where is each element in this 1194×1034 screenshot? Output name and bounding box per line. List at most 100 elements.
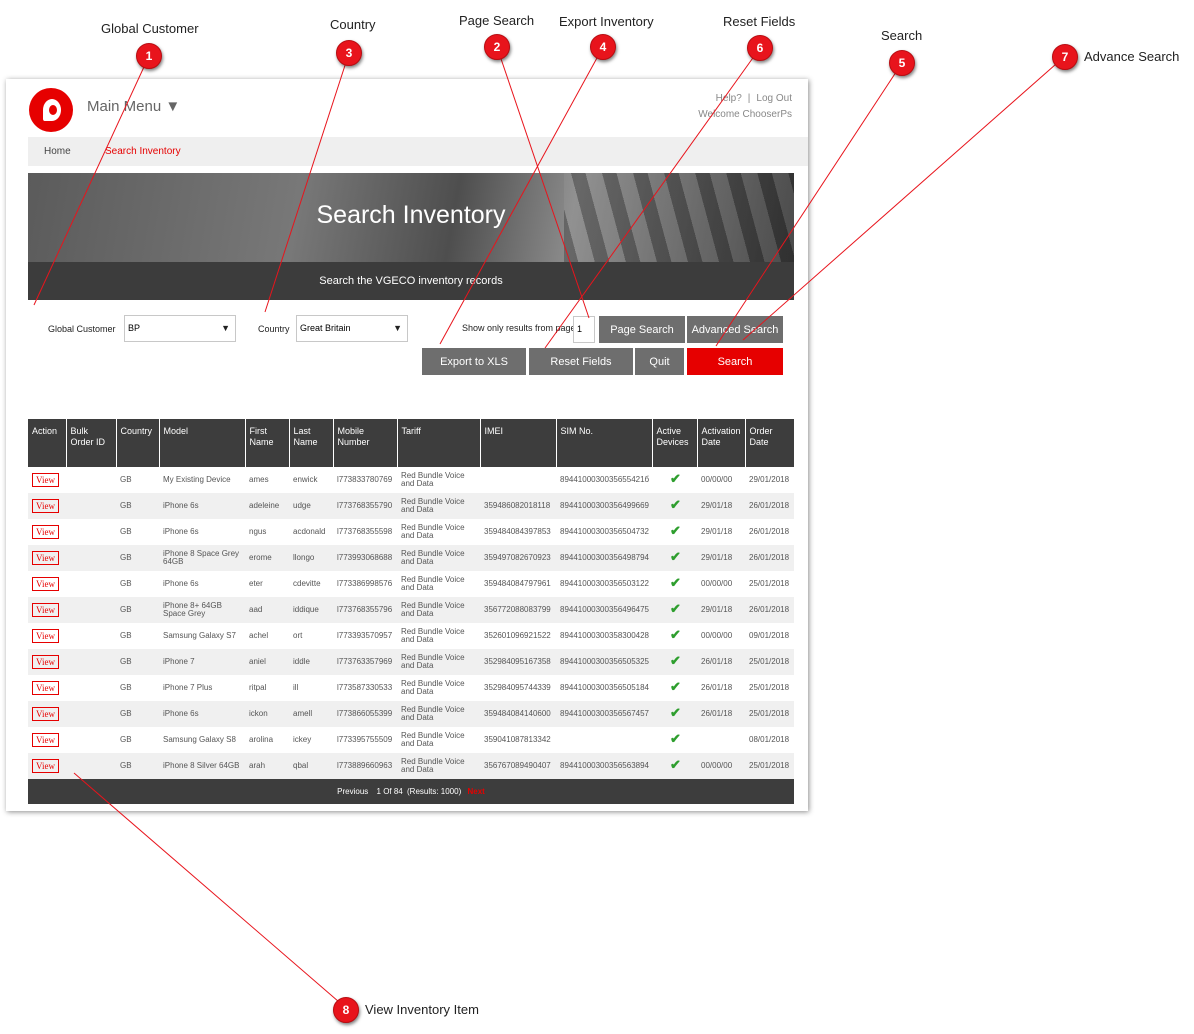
cell-tariff: Red Bundle Voice and Data [401, 731, 465, 748]
cell-bulk [66, 675, 116, 701]
cell-activation: 00/00/00 [701, 579, 733, 588]
view-button[interactable]: View [32, 629, 59, 643]
inventory-table-container: Action Bulk Order ID Country Model First Nam… [28, 419, 795, 779]
view-button[interactable]: View [32, 551, 59, 565]
annotation-label-search: Search [881, 28, 923, 43]
cell-country: GB [120, 527, 132, 536]
cell-mobile: l773587330533 [337, 683, 393, 692]
view-button[interactable]: View [32, 759, 59, 773]
cell-tariff: Red Bundle Voice and Data [397, 545, 480, 571]
cell-first: adeleine [245, 493, 289, 519]
pager-next[interactable]: Next [467, 787, 484, 796]
cell-first: achel [249, 631, 269, 640]
export-xls-button[interactable]: Export to XLS [422, 348, 526, 375]
cell-bulk [66, 493, 116, 519]
table-body: View GB My Existing Device ames enwick l77383… [28, 467, 794, 779]
country-select[interactable]: Great Britain ▼ [296, 315, 408, 342]
cell-first: ritpal [249, 683, 267, 692]
cell-active-devices: ✔ [652, 571, 697, 597]
cell-activation [697, 727, 745, 753]
table-row: View GB iPhone 7 aniel iddle l773763357969 Red… [28, 649, 794, 675]
search-button[interactable]: Search [687, 348, 783, 375]
logout-link[interactable]: Log Out [756, 93, 792, 104]
reset-fields-button[interactable]: Reset Fields [529, 348, 633, 375]
cell-bulk [66, 701, 116, 727]
user-links: Help? | Log Out Welcome ChooserPs [698, 91, 792, 123]
annotation-label-page-search: Page Search [459, 13, 535, 28]
page-number-input[interactable]: 1 [573, 316, 595, 343]
cell-order: 26/01/2018 [745, 545, 794, 571]
cell-imei [480, 467, 556, 493]
cell-imei: 352984095744339 [484, 683, 551, 692]
main-menu-button[interactable]: Main Menu ▼ [87, 98, 180, 115]
cell-tariff: Red Bundle Voice and Data [401, 575, 465, 592]
help-link[interactable]: Help? [716, 93, 742, 104]
cell-active-devices: ✔ [652, 753, 697, 779]
table-header-row: Action Bulk Order ID Country Model First Nam… [28, 419, 795, 467]
view-button[interactable]: View [32, 473, 59, 487]
checkmark-icon: ✔ [670, 653, 681, 668]
cell-country: GB [116, 493, 159, 519]
cell-first: ames [249, 475, 269, 484]
cell-bulk [66, 623, 116, 649]
cell-mobile: l773386998576 [337, 579, 393, 588]
cell-country: GB [120, 631, 132, 640]
column-header: Country [116, 419, 160, 467]
checkmark-icon: ✔ [670, 497, 681, 512]
cell-last: udge [289, 493, 333, 519]
table-row: View GB iPhone 6s ngus acdonald l773768355598… [28, 519, 794, 545]
cell-imei: 352984095167358 [480, 649, 556, 675]
cell-country: GB [120, 475, 132, 484]
cell-last: cdevitte [293, 579, 321, 588]
cell-first: ngus [249, 527, 267, 536]
cell-order: 25/01/2018 [749, 683, 790, 692]
annotation-badge-5: 5 [889, 50, 915, 76]
cell-order: 25/01/2018 [745, 701, 794, 727]
welcome-text: Welcome ChooserPs [698, 109, 792, 120]
cell-activation: 26/01/18 [697, 649, 745, 675]
cell-imei: 359497082670923 [480, 545, 556, 571]
global-customer-select[interactable]: BP ▼ [124, 315, 236, 342]
table-row: View GB iPhone 6s ickon amell l773866055399 Re… [28, 701, 794, 727]
quit-button[interactable]: Quit [635, 348, 684, 375]
cell-active-devices: ✔ [652, 623, 697, 649]
column-header: Mobile Number [333, 419, 398, 467]
cell-sim [556, 727, 652, 753]
cell-first: arah [245, 753, 289, 779]
annotation-badge-4: 4 [590, 34, 616, 60]
view-button[interactable]: View [32, 577, 59, 591]
cell-last: amell [289, 701, 333, 727]
view-button[interactable]: View [32, 733, 59, 747]
cell-last: ort [293, 631, 303, 640]
cell-sim: 89441000300356503122 [560, 579, 649, 588]
view-button[interactable]: View [32, 499, 59, 513]
action-cell: View [28, 493, 66, 519]
cell-imei: 359484084797961 [484, 579, 551, 588]
cell-model: Samsung Galaxy S8 [163, 735, 236, 744]
action-cell: View [28, 727, 66, 753]
view-button[interactable]: View [32, 681, 59, 695]
column-header: Order Date [745, 419, 795, 467]
view-button[interactable]: View [32, 707, 59, 721]
table-row: View GB iPhone 6s adeleine udge l773768355790… [28, 493, 794, 519]
cell-last: iddique [289, 597, 333, 623]
cell-model: Samsung Galaxy S7 [163, 631, 236, 640]
checkmark-icon: ✔ [670, 523, 681, 538]
annotation-label-reset-fields: Reset Fields [723, 14, 796, 29]
annotation-badge-7: 7 [1052, 44, 1078, 70]
page-search-button[interactable]: Page Search [599, 316, 685, 343]
view-button[interactable]: View [32, 655, 59, 669]
cell-activation: 29/01/18 [697, 493, 745, 519]
annotation-label-advance-search: Advance Search [1084, 49, 1180, 64]
cell-imei: 356772088083799 [480, 597, 556, 623]
checkmark-icon: ✔ [670, 731, 681, 746]
breadcrumb-home[interactable]: Home [44, 137, 71, 166]
country-value: Great Britain [300, 323, 351, 333]
pager-previous[interactable]: Previous [337, 787, 368, 796]
action-cell: View [28, 649, 66, 675]
cell-last: ill [293, 683, 299, 692]
cell-active-devices: ✔ [652, 545, 697, 571]
view-button[interactable]: View [32, 525, 59, 539]
advanced-search-button[interactable]: Advanced Search [687, 316, 783, 343]
view-button[interactable]: View [32, 603, 59, 617]
